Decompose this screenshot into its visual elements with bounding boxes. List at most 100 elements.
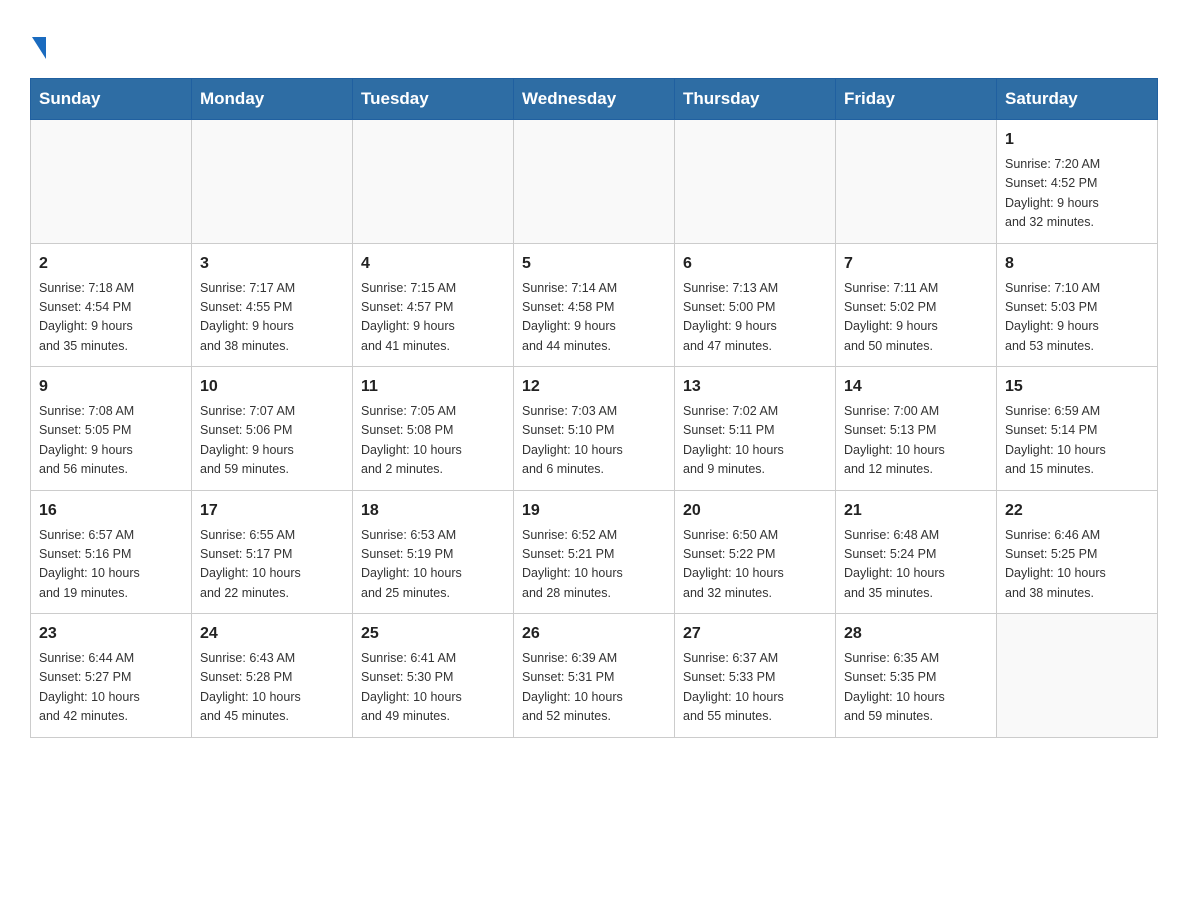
day-info: Sunrise: 7:03 AMSunset: 5:10 PMDaylight:…	[522, 402, 666, 480]
header-thursday: Thursday	[675, 79, 836, 120]
calendar-cell: 15 Sunrise: 6:59 AMSunset: 5:14 PMDayligh…	[997, 367, 1158, 491]
day-info: Sunrise: 6:52 AMSunset: 5:21 PMDaylight:…	[522, 526, 666, 604]
day-number: 8	[1005, 252, 1149, 276]
calendar-cell: 14 Sunrise: 7:00 AMSunset: 5:13 PMDayligh…	[836, 367, 997, 491]
calendar-cell: 23 Sunrise: 6:44 AMSunset: 5:27 PMDayligh…	[31, 614, 192, 738]
day-number: 7	[844, 252, 988, 276]
calendar-cell: 13 Sunrise: 7:02 AMSunset: 5:11 PMDayligh…	[675, 367, 836, 491]
calendar-cell: 1 Sunrise: 7:20 AMSunset: 4:52 PMDaylight…	[997, 120, 1158, 244]
day-info: Sunrise: 6:43 AMSunset: 5:28 PMDaylight:…	[200, 649, 344, 727]
day-info: Sunrise: 6:44 AMSunset: 5:27 PMDaylight:…	[39, 649, 183, 727]
calendar-cell	[31, 120, 192, 244]
calendar-cell: 19 Sunrise: 6:52 AMSunset: 5:21 PMDayligh…	[514, 490, 675, 614]
day-info: Sunrise: 6:50 AMSunset: 5:22 PMDaylight:…	[683, 526, 827, 604]
calendar-cell: 8 Sunrise: 7:10 AMSunset: 5:03 PMDaylight…	[997, 243, 1158, 367]
calendar-header-row: SundayMondayTuesdayWednesdayThursdayFrid…	[31, 79, 1158, 120]
day-number: 6	[683, 252, 827, 276]
calendar-cell: 3 Sunrise: 7:17 AMSunset: 4:55 PMDaylight…	[192, 243, 353, 367]
day-info: Sunrise: 7:18 AMSunset: 4:54 PMDaylight:…	[39, 279, 183, 357]
day-number: 22	[1005, 499, 1149, 523]
week-row-3: 9Sunrise: 7:08 AMSunset: 5:05 PMDaylight…	[31, 367, 1158, 491]
day-info: Sunrise: 6:53 AMSunset: 5:19 PMDaylight:…	[361, 526, 505, 604]
calendar-cell: 20 Sunrise: 6:50 AMSunset: 5:22 PMDayligh…	[675, 490, 836, 614]
day-number: 23	[39, 622, 183, 646]
day-info: Sunrise: 6:39 AMSunset: 5:31 PMDaylight:…	[522, 649, 666, 727]
day-info: Sunrise: 7:13 AMSunset: 5:00 PMDaylight:…	[683, 279, 827, 357]
day-number: 5	[522, 252, 666, 276]
calendar-cell: 24 Sunrise: 6:43 AMSunset: 5:28 PMDayligh…	[192, 614, 353, 738]
calendar-cell: 6 Sunrise: 7:13 AMSunset: 5:00 PMDaylight…	[675, 243, 836, 367]
calendar-cell	[675, 120, 836, 244]
day-info: Sunrise: 7:00 AMSunset: 5:13 PMDaylight:…	[844, 402, 988, 480]
calendar-cell: 25 Sunrise: 6:41 AMSunset: 5:30 PMDayligh…	[353, 614, 514, 738]
day-info: Sunrise: 7:14 AMSunset: 4:58 PMDaylight:…	[522, 279, 666, 357]
header-tuesday: Tuesday	[353, 79, 514, 120]
calendar-cell: 5 Sunrise: 7:14 AMSunset: 4:58 PMDaylight…	[514, 243, 675, 367]
day-number: 20	[683, 499, 827, 523]
day-number: 17	[200, 499, 344, 523]
week-row-1: 1 Sunrise: 7:20 AMSunset: 4:52 PMDaylight…	[31, 120, 1158, 244]
day-number: 28	[844, 622, 988, 646]
day-number: 19	[522, 499, 666, 523]
day-info: Sunrise: 7:20 AMSunset: 4:52 PMDaylight:…	[1005, 155, 1149, 233]
logo-arrow-icon	[32, 37, 46, 59]
day-info: Sunrise: 6:57 AMSunset: 5:16 PMDaylight:…	[39, 526, 183, 604]
calendar-cell: 4 Sunrise: 7:15 AMSunset: 4:57 PMDaylight…	[353, 243, 514, 367]
day-number: 1	[1005, 128, 1149, 152]
day-number: 14	[844, 375, 988, 399]
week-row-4: 16 Sunrise: 6:57 AMSunset: 5:16 PMDayligh…	[31, 490, 1158, 614]
calendar-table: SundayMondayTuesdayWednesdayThursdayFrid…	[30, 78, 1158, 738]
calendar-cell: 28 Sunrise: 6:35 AMSunset: 5:35 PMDayligh…	[836, 614, 997, 738]
day-info: Sunrise: 7:08 AMSunset: 5:05 PMDaylight:…	[39, 402, 183, 480]
header-sunday: Sunday	[31, 79, 192, 120]
calendar-cell: 12 Sunrise: 7:03 AMSunset: 5:10 PMDayligh…	[514, 367, 675, 491]
day-number: 25	[361, 622, 505, 646]
day-number: 27	[683, 622, 827, 646]
calendar-cell	[997, 614, 1158, 738]
calendar-cell: 2Sunrise: 7:18 AMSunset: 4:54 PMDaylight…	[31, 243, 192, 367]
day-info: Sunrise: 6:59 AMSunset: 5:14 PMDaylight:…	[1005, 402, 1149, 480]
day-number: 4	[361, 252, 505, 276]
day-info: Sunrise: 7:05 AMSunset: 5:08 PMDaylight:…	[361, 402, 505, 480]
day-number: 12	[522, 375, 666, 399]
day-info: Sunrise: 6:41 AMSunset: 5:30 PMDaylight:…	[361, 649, 505, 727]
day-info: Sunrise: 7:02 AMSunset: 5:11 PMDaylight:…	[683, 402, 827, 480]
day-info: Sunrise: 6:37 AMSunset: 5:33 PMDaylight:…	[683, 649, 827, 727]
day-number: 24	[200, 622, 344, 646]
day-info: Sunrise: 6:46 AMSunset: 5:25 PMDaylight:…	[1005, 526, 1149, 604]
calendar-cell: 21Sunrise: 6:48 AMSunset: 5:24 PMDayligh…	[836, 490, 997, 614]
calendar-cell: 11 Sunrise: 7:05 AMSunset: 5:08 PMDayligh…	[353, 367, 514, 491]
day-number: 26	[522, 622, 666, 646]
calendar-cell: 9Sunrise: 7:08 AMSunset: 5:05 PMDaylight…	[31, 367, 192, 491]
header-wednesday: Wednesday	[514, 79, 675, 120]
calendar-cell	[514, 120, 675, 244]
day-info: Sunrise: 7:10 AMSunset: 5:03 PMDaylight:…	[1005, 279, 1149, 357]
calendar-cell: 16 Sunrise: 6:57 AMSunset: 5:16 PMDayligh…	[31, 490, 192, 614]
day-number: 3	[200, 252, 344, 276]
calendar-cell: 18Sunrise: 6:53 AMSunset: 5:19 PMDayligh…	[353, 490, 514, 614]
day-number: 10	[200, 375, 344, 399]
day-info: Sunrise: 7:17 AMSunset: 4:55 PMDaylight:…	[200, 279, 344, 357]
calendar-cell: 27 Sunrise: 6:37 AMSunset: 5:33 PMDayligh…	[675, 614, 836, 738]
header-friday: Friday	[836, 79, 997, 120]
day-info: Sunrise: 7:11 AMSunset: 5:02 PMDaylight:…	[844, 279, 988, 357]
logo	[30, 30, 46, 58]
day-info: Sunrise: 7:15 AMSunset: 4:57 PMDaylight:…	[361, 279, 505, 357]
day-info: Sunrise: 7:07 AMSunset: 5:06 PMDaylight:…	[200, 402, 344, 480]
day-number: 16	[39, 499, 183, 523]
calendar-cell: 7 Sunrise: 7:11 AMSunset: 5:02 PMDaylight…	[836, 243, 997, 367]
day-info: Sunrise: 6:55 AMSunset: 5:17 PMDaylight:…	[200, 526, 344, 604]
calendar-cell: 17 Sunrise: 6:55 AMSunset: 5:17 PMDayligh…	[192, 490, 353, 614]
calendar-cell: 10 Sunrise: 7:07 AMSunset: 5:06 PMDayligh…	[192, 367, 353, 491]
day-number: 21	[844, 499, 988, 523]
header-saturday: Saturday	[997, 79, 1158, 120]
day-number: 13	[683, 375, 827, 399]
day-info: Sunrise: 6:35 AMSunset: 5:35 PMDaylight:…	[844, 649, 988, 727]
calendar-cell: 22 Sunrise: 6:46 AMSunset: 5:25 PMDayligh…	[997, 490, 1158, 614]
calendar-cell	[836, 120, 997, 244]
header-monday: Monday	[192, 79, 353, 120]
week-row-2: 2Sunrise: 7:18 AMSunset: 4:54 PMDaylight…	[31, 243, 1158, 367]
day-number: 11	[361, 375, 505, 399]
week-row-5: 23 Sunrise: 6:44 AMSunset: 5:27 PMDayligh…	[31, 614, 1158, 738]
day-number: 15	[1005, 375, 1149, 399]
